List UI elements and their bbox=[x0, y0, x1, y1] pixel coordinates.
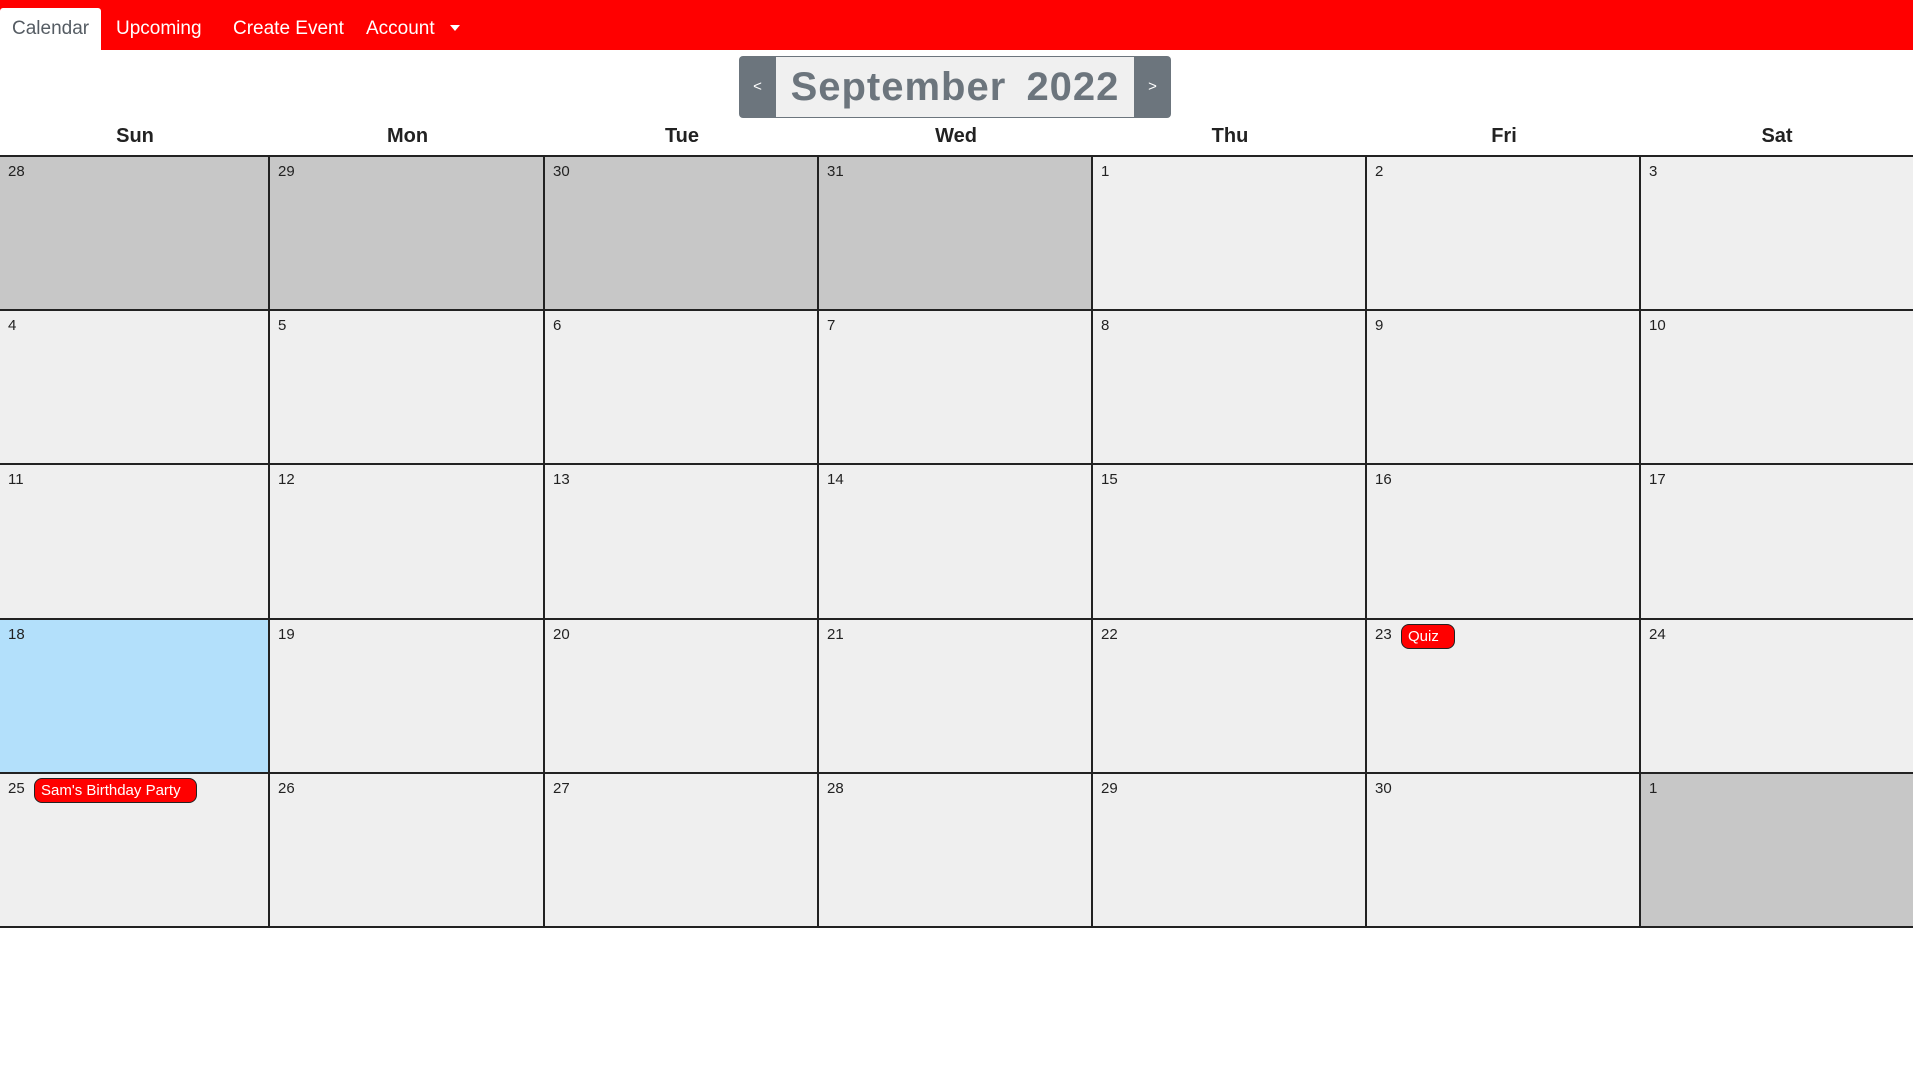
day-number: 17 bbox=[1649, 471, 1666, 488]
day-number: 4 bbox=[8, 317, 17, 334]
day-cell[interactable]: 19 bbox=[270, 620, 545, 774]
caret-down-icon bbox=[449, 25, 460, 31]
day-cell[interactable]: 17 bbox=[1641, 465, 1913, 620]
day-number: 2 bbox=[1375, 163, 1384, 180]
day-cell[interactable]: 13 bbox=[545, 465, 819, 620]
weekday-header-row: Sun Mon Tue Wed Thu Fri Sat bbox=[0, 118, 1913, 156]
day-cell[interactable]: 7 bbox=[819, 311, 1093, 465]
event-pill[interactable]: Sam's Birthday Party bbox=[34, 778, 197, 803]
day-number: 14 bbox=[827, 471, 844, 488]
next-month-button[interactable]: > bbox=[1134, 56, 1171, 118]
day-cell-today[interactable]: 18 bbox=[0, 620, 270, 774]
day-cell[interactable]: 23 Quiz bbox=[1367, 620, 1641, 774]
day-cell[interactable]: 2 bbox=[1367, 157, 1641, 311]
day-number: 23 bbox=[1375, 626, 1392, 643]
day-cell[interactable]: 1 bbox=[1641, 774, 1913, 928]
weekday-header-thu: Thu bbox=[1211, 125, 1249, 147]
month-year: 2022 bbox=[1026, 65, 1120, 109]
top-navbar: Calendar Upcoming Create Event Account bbox=[0, 0, 1913, 50]
day-number: 18 bbox=[8, 626, 25, 643]
weekday-header-wed: Wed bbox=[935, 125, 977, 147]
day-number: 9 bbox=[1375, 317, 1384, 334]
day-cell[interactable]: 6 bbox=[545, 311, 819, 465]
day-cell[interactable]: 16 bbox=[1367, 465, 1641, 620]
month-title: September 2022 bbox=[776, 56, 1134, 118]
day-cell[interactable]: 28 bbox=[819, 774, 1093, 928]
day-number: 25 bbox=[8, 780, 25, 797]
day-number: 29 bbox=[1101, 780, 1118, 797]
day-number: 27 bbox=[553, 780, 570, 797]
day-number: 16 bbox=[1375, 471, 1392, 488]
day-cell[interactable]: 29 bbox=[270, 157, 545, 311]
day-number: 15 bbox=[1101, 471, 1118, 488]
day-number: 8 bbox=[1101, 317, 1110, 334]
day-cell[interactable]: 15 bbox=[1093, 465, 1367, 620]
nav-create-event-label: Create Event bbox=[233, 18, 344, 39]
day-cell[interactable]: 29 bbox=[1093, 774, 1367, 928]
day-number: 28 bbox=[827, 780, 844, 797]
nav-account-dropdown[interactable]: Account bbox=[354, 8, 472, 50]
nav-calendar-label: Calendar bbox=[12, 18, 90, 39]
day-number: 24 bbox=[1649, 626, 1666, 643]
day-cell[interactable]: 31 bbox=[819, 157, 1093, 311]
event-pill[interactable]: Quiz bbox=[1401, 624, 1455, 649]
weekday-header-sun: Sun bbox=[116, 125, 154, 147]
day-number: 30 bbox=[1375, 780, 1392, 797]
day-number: 28 bbox=[8, 163, 25, 180]
day-number: 1 bbox=[1101, 163, 1110, 180]
day-number: 21 bbox=[827, 626, 844, 643]
day-cell[interactable]: 28 bbox=[0, 157, 270, 311]
nav-calendar[interactable]: Calendar bbox=[0, 8, 102, 50]
day-number: 30 bbox=[553, 163, 570, 180]
day-cell[interactable]: 20 bbox=[545, 620, 819, 774]
nav-create-event[interactable]: Create Event bbox=[221, 8, 356, 50]
day-number: 20 bbox=[553, 626, 570, 643]
day-number: 26 bbox=[278, 780, 295, 797]
day-cell[interactable]: 4 bbox=[0, 311, 270, 465]
day-number: 1 bbox=[1649, 780, 1658, 797]
calendar-grid: 28 29 30 31 1 2 3 4 5 6 7 8 9 10 11 12 13 14 15 16 17 18 19 20 2… bbox=[0, 155, 1913, 928]
day-number: 22 bbox=[1101, 626, 1118, 643]
nav-upcoming[interactable]: Upcoming bbox=[104, 8, 214, 50]
weekday-header-mon: Mon bbox=[386, 125, 429, 147]
day-number: 10 bbox=[1649, 317, 1666, 334]
month-navigator: < September 2022 > bbox=[739, 56, 1171, 118]
day-cell[interactable]: 30 bbox=[545, 157, 819, 311]
day-number: 6 bbox=[553, 317, 562, 334]
day-cell[interactable]: 8 bbox=[1093, 311, 1367, 465]
day-cell[interactable]: 3 bbox=[1641, 157, 1913, 311]
day-number: 19 bbox=[278, 626, 295, 643]
nav-account-label: Account bbox=[366, 18, 435, 39]
day-number: 3 bbox=[1649, 163, 1658, 180]
day-number: 12 bbox=[278, 471, 295, 488]
day-number: 5 bbox=[278, 317, 287, 334]
day-cell[interactable]: 22 bbox=[1093, 620, 1367, 774]
day-number: 29 bbox=[278, 163, 295, 180]
weekday-header-sat: Sat bbox=[1761, 125, 1793, 147]
day-cell[interactable]: 12 bbox=[270, 465, 545, 620]
weekday-header-tue: Tue bbox=[664, 125, 700, 147]
day-number: 7 bbox=[827, 317, 836, 334]
day-cell[interactable]: 21 bbox=[819, 620, 1093, 774]
day-cell[interactable]: 11 bbox=[0, 465, 270, 620]
day-number: 13 bbox=[553, 471, 570, 488]
day-cell[interactable]: 9 bbox=[1367, 311, 1641, 465]
prev-month-button[interactable]: < bbox=[739, 56, 776, 118]
weekday-header-fri: Fri bbox=[1491, 125, 1517, 147]
day-cell[interactable]: 27 bbox=[545, 774, 819, 928]
day-cell[interactable]: 30 bbox=[1367, 774, 1641, 928]
day-cell[interactable]: 24 bbox=[1641, 620, 1913, 774]
day-number: 11 bbox=[8, 471, 24, 488]
nav-upcoming-label: Upcoming bbox=[116, 18, 202, 39]
day-cell[interactable]: 14 bbox=[819, 465, 1093, 620]
day-cell[interactable]: 26 bbox=[270, 774, 545, 928]
day-cell[interactable]: 25 Sam's Birthday Party bbox=[0, 774, 270, 928]
day-cell[interactable]: 5 bbox=[270, 311, 545, 465]
day-cell[interactable]: 1 bbox=[1093, 157, 1367, 311]
day-cell[interactable]: 10 bbox=[1641, 311, 1913, 465]
month-name: September bbox=[790, 65, 1007, 109]
day-number: 31 bbox=[827, 163, 844, 180]
